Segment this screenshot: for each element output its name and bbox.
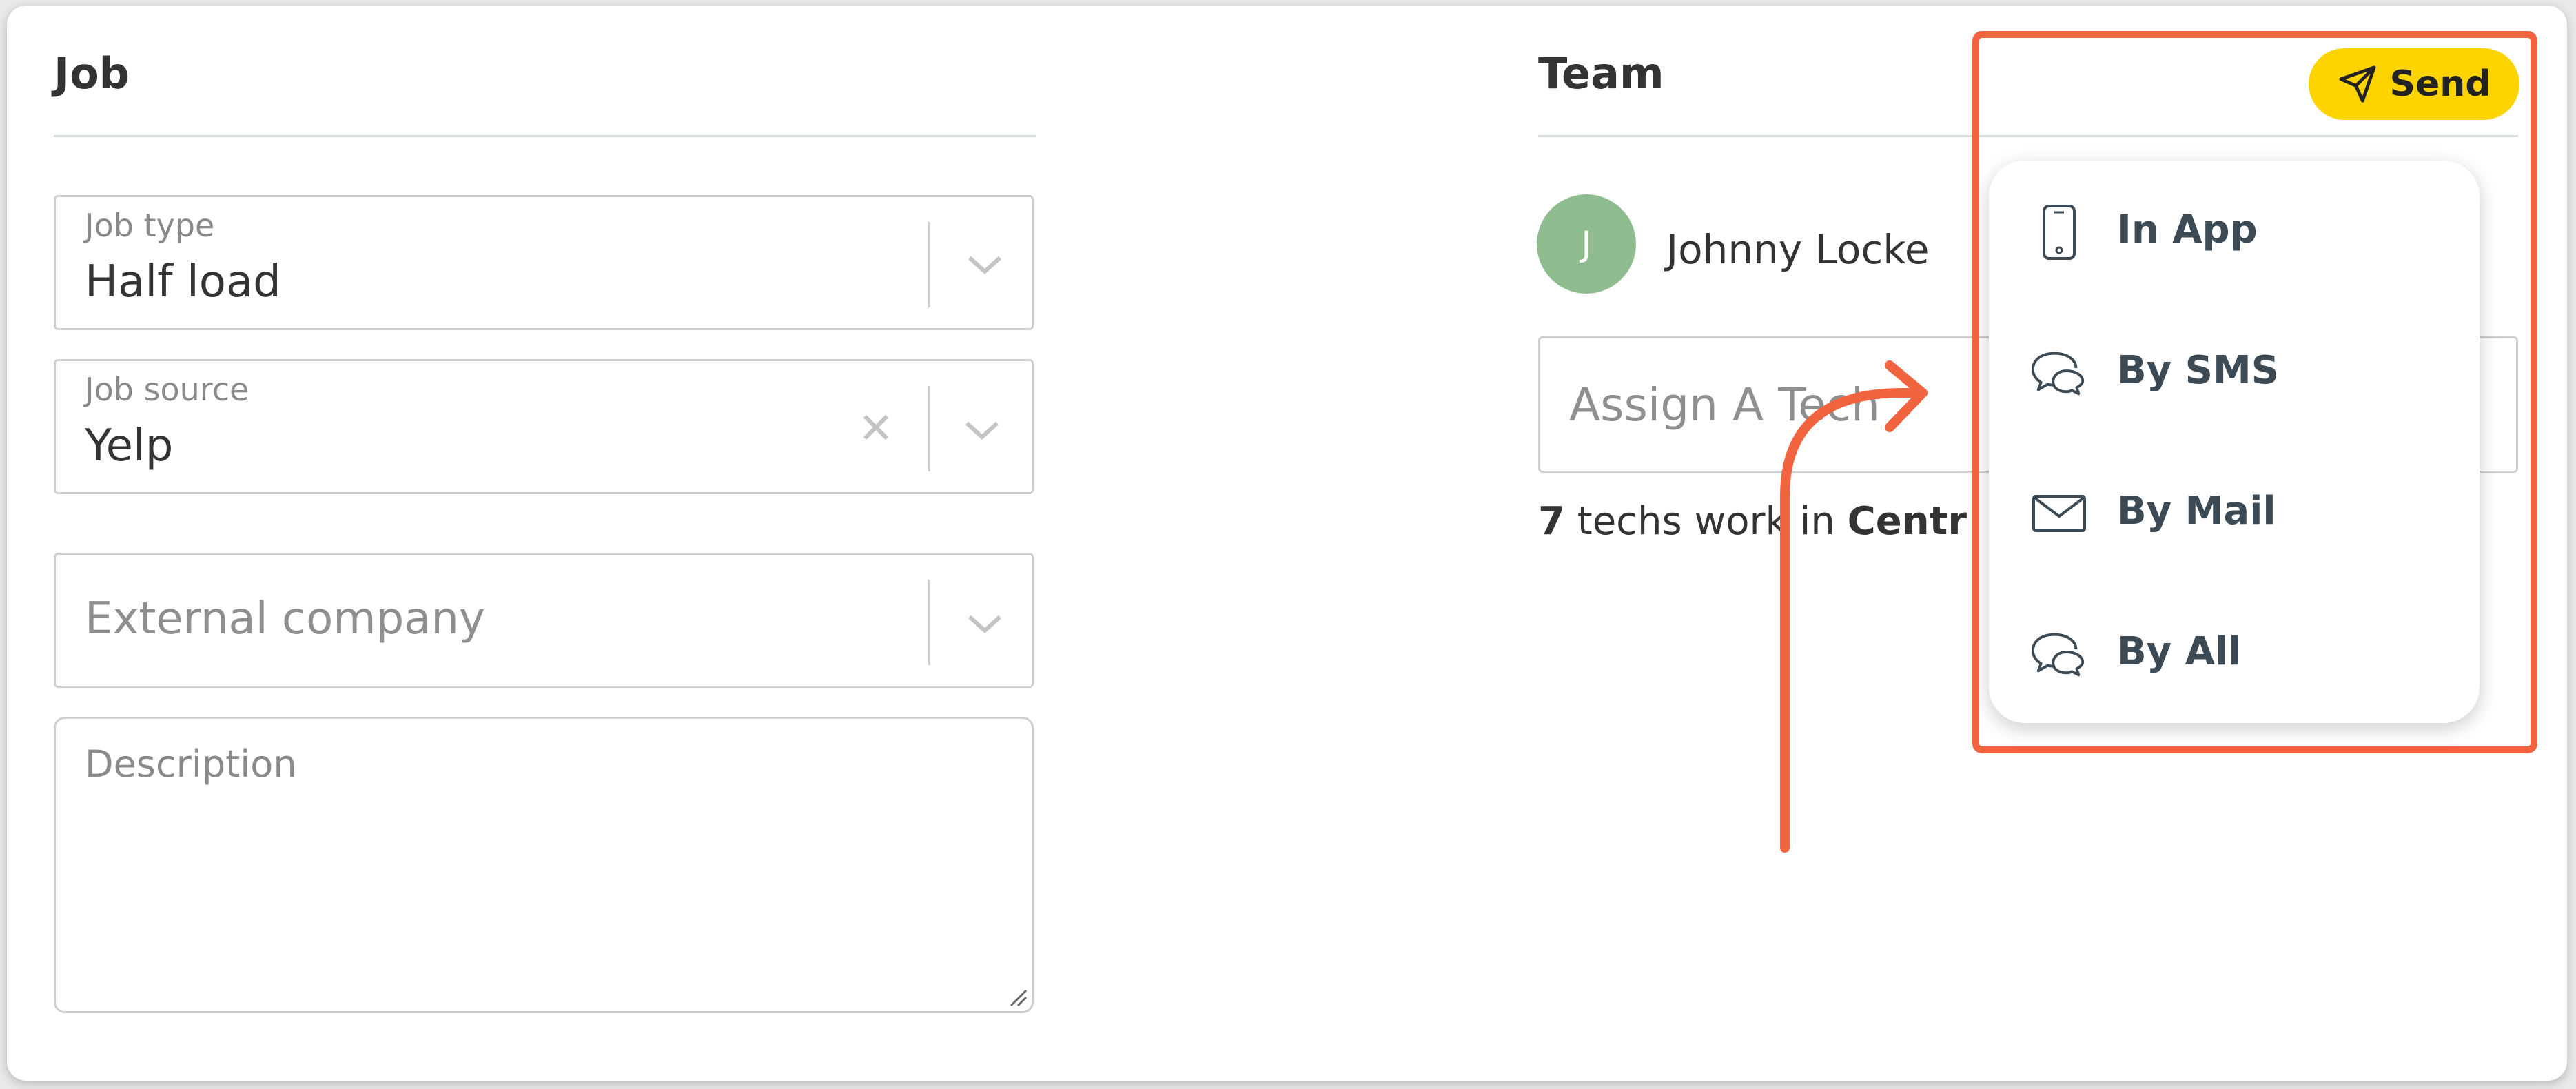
job-divider [54,135,1036,137]
description-placeholder: Description [85,742,297,786]
external-company-placeholder: External company [85,593,485,644]
job-type-label: Job type [85,207,215,244]
techs-info-text: techs work in [1564,499,1848,544]
external-company-select[interactable]: External company [54,553,1034,688]
job-source-label: Job source [85,371,249,408]
select-separator [928,580,930,665]
member-name: Johnny Locke [1666,226,1930,273]
description-textarea[interactable]: Description [54,717,1034,1013]
job-type-value: Half load [85,256,281,307]
chevron-down-icon[interactable] [964,611,1005,636]
job-source-select[interactable]: Job source Yelp [54,359,1034,494]
job-source-value: Yelp [85,420,174,471]
resize-handle-icon[interactable] [1007,986,1029,1008]
clear-icon[interactable] [859,411,892,444]
job-section-title: Job [54,48,130,99]
chevron-down-icon[interactable] [961,418,1003,442]
job-type-select[interactable]: Job type Half load [54,195,1034,330]
annotation-highlight-box [1972,31,2537,753]
techs-location: Centr [1847,499,1967,544]
techs-info: 7 techs work in Centr [1538,499,1967,544]
select-separator [928,222,930,307]
avatar: J [1537,194,1636,294]
assign-tech-placeholder: Assign A Tech [1569,378,1880,431]
team-section-title: Team [1538,48,1664,99]
select-separator [928,386,930,471]
techs-count: 7 [1538,499,1565,544]
chevron-down-icon[interactable] [964,252,1005,277]
